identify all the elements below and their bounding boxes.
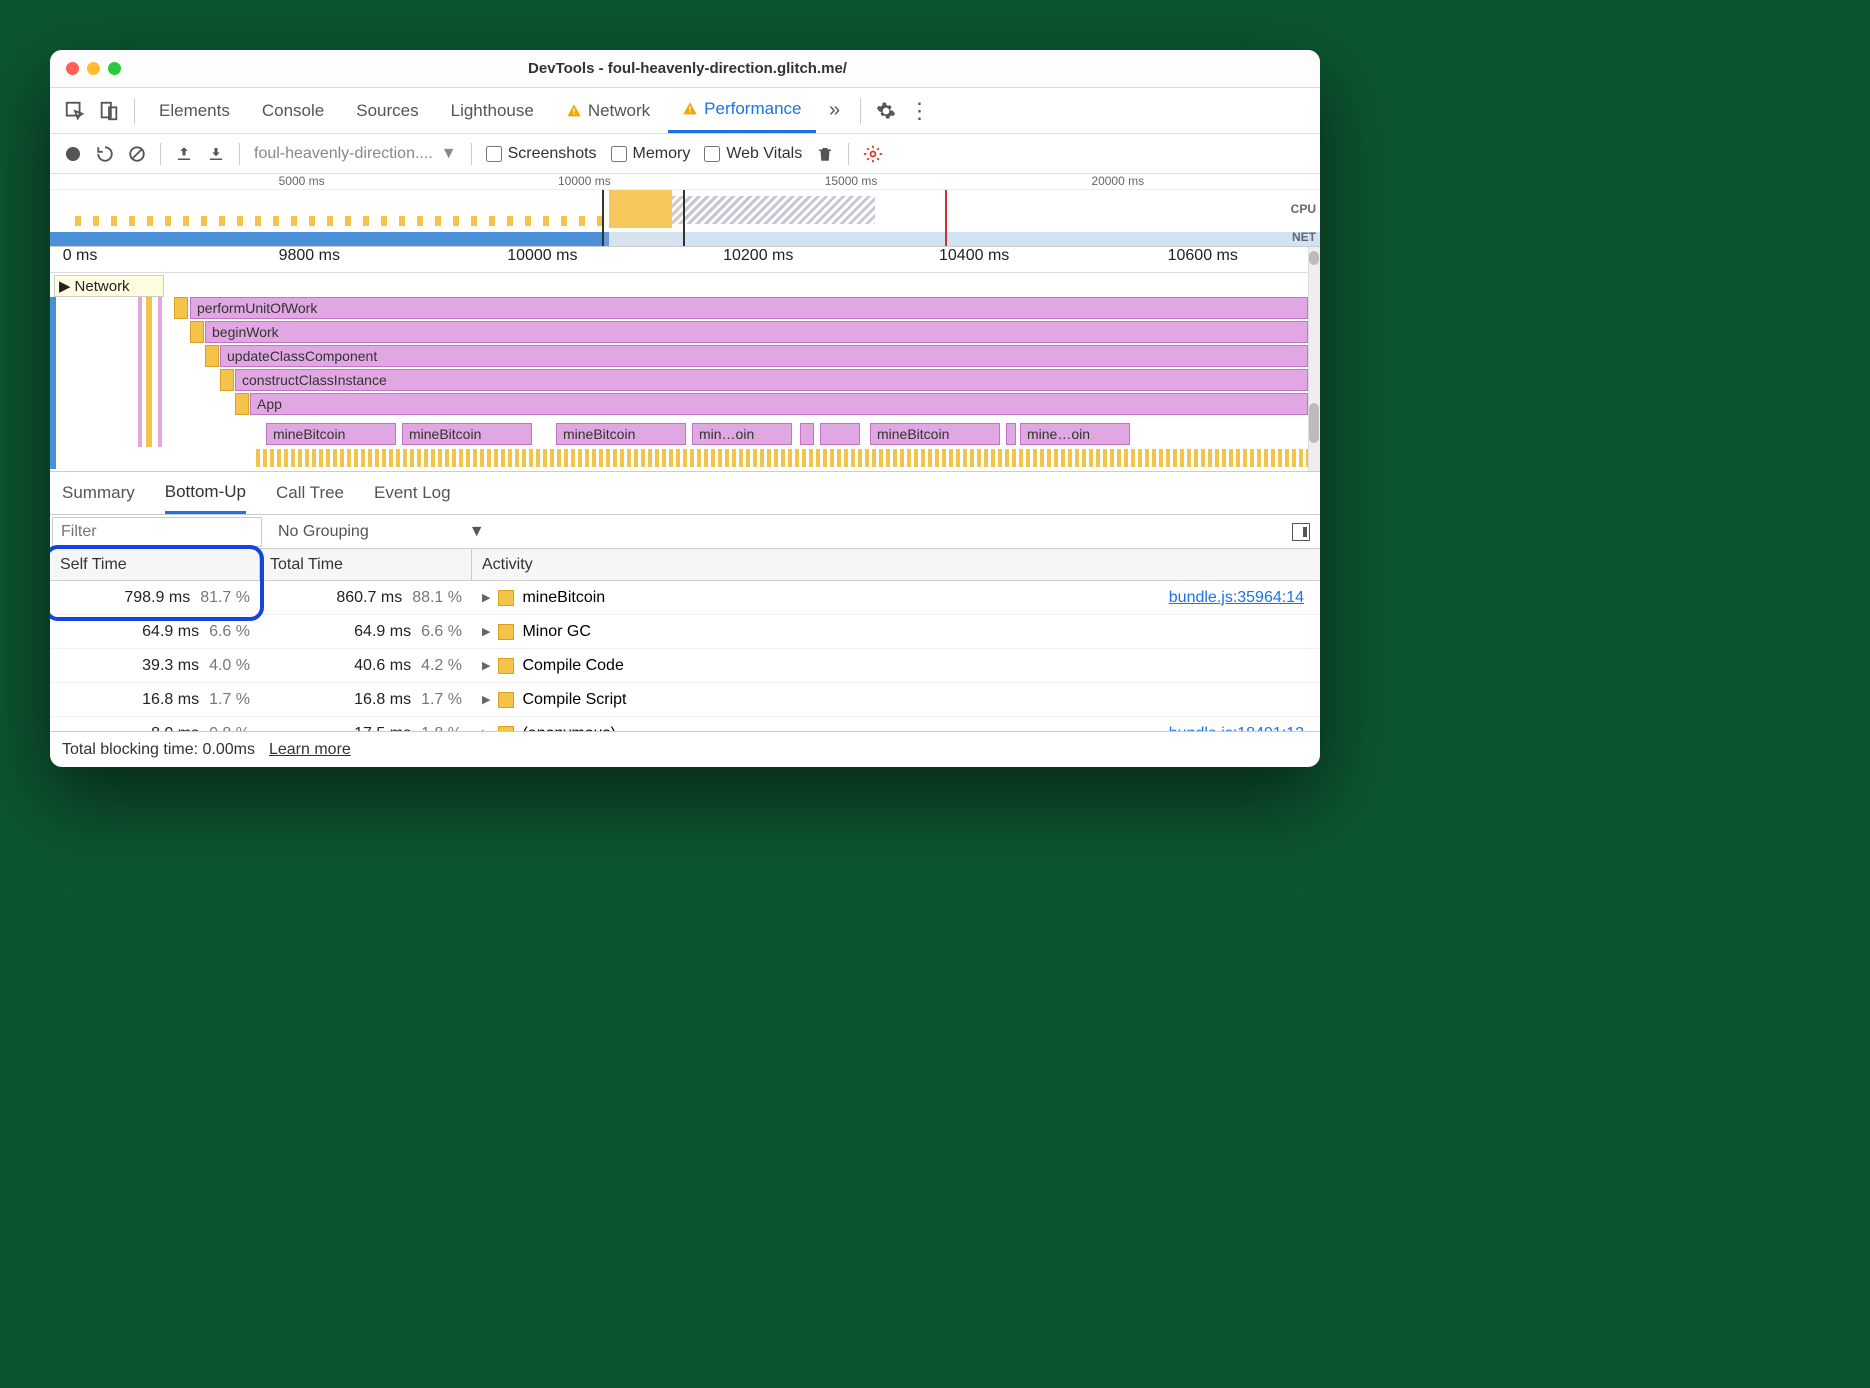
webvitals-checkbox[interactable]: Web Vitals (704, 145, 802, 163)
inspect-icon[interactable] (60, 96, 90, 126)
activity-name: mineBitcoin (522, 589, 605, 607)
reload-record-button[interactable] (96, 145, 114, 163)
script-icon (498, 658, 514, 674)
overview-timeline[interactable]: 5000 ms 10000 ms 15000 ms 20000 ms CPU N… (50, 174, 1320, 247)
details-tabs: Summary Bottom-Up Call Tree Event Log (50, 471, 1320, 515)
flame-row[interactable]: updateClassComponent (220, 345, 1308, 367)
table-row[interactable]: 39.3 ms4.0 %40.6 ms4.2 %▶Compile Code (50, 649, 1320, 683)
flame-mine[interactable]: min…oin (692, 423, 792, 445)
grouping-select[interactable]: No Grouping ▼ (278, 523, 485, 541)
flame-mine[interactable]: mineBitcoin (402, 423, 532, 445)
chevron-down-icon: ▼ (441, 145, 457, 163)
capture-settings-icon[interactable] (863, 144, 883, 164)
col-activity[interactable]: Activity (472, 549, 1320, 580)
learn-more-link[interactable]: Learn more (269, 741, 351, 759)
script-icon (498, 726, 514, 732)
devtools-window: DevTools - foul-heavenly-direction.glitc… (50, 50, 1320, 767)
bottom-up-table: Self Time Total Time Activity 798.9 ms81… (50, 549, 1320, 731)
filter-input[interactable] (52, 517, 262, 547)
performance-toolbar: foul-heavenly-direction.... ▼ Screenshot… (50, 134, 1320, 174)
minimize-window-button[interactable] (87, 62, 100, 75)
expand-icon[interactable]: ▶ (482, 727, 490, 731)
kebab-menu-icon[interactable]: ⋮ (905, 96, 935, 126)
activity-name: Compile Code (522, 657, 623, 675)
activity-name: Compile Script (522, 691, 626, 709)
net-label: NET (1292, 230, 1316, 244)
subtab-summary[interactable]: Summary (62, 472, 135, 514)
warning-icon (682, 101, 698, 117)
flame-row[interactable]: constructClassInstance (235, 369, 1308, 391)
memory-checkbox[interactable]: Memory (611, 145, 691, 163)
subtab-bottom-up[interactable]: Bottom-Up (165, 472, 246, 514)
subtab-event-log[interactable]: Event Log (374, 472, 451, 514)
flame-row[interactable]: performUnitOfWork (190, 297, 1308, 319)
time-ruler[interactable]: 0 ms 9800 ms 10000 ms 10200 ms 10400 ms … (50, 247, 1320, 273)
profile-selector[interactable]: foul-heavenly-direction.... ▼ (254, 145, 457, 163)
expand-icon[interactable]: ▶ (482, 591, 490, 604)
window-title: DevTools - foul-heavenly-direction.glitc… (121, 60, 1254, 77)
expand-icon[interactable]: ▶ (482, 659, 490, 672)
flame-mine[interactable]: mineBitcoin (870, 423, 1000, 445)
download-profile-button[interactable] (207, 145, 225, 163)
subtab-call-tree[interactable]: Call Tree (276, 472, 344, 514)
script-icon (498, 692, 514, 708)
col-total-time[interactable]: Total Time (260, 549, 472, 580)
flame-mine[interactable]: mineBitcoin (556, 423, 686, 445)
close-window-button[interactable] (66, 62, 79, 75)
screenshots-checkbox[interactable]: Screenshots (486, 145, 597, 163)
chevron-down-icon: ▼ (469, 523, 485, 541)
upload-profile-button[interactable] (175, 145, 193, 163)
expand-icon[interactable]: ▶ (482, 693, 490, 706)
device-toggle-icon[interactable] (94, 96, 124, 126)
tab-console[interactable]: Console (248, 88, 338, 133)
tab-network[interactable]: Network (552, 88, 664, 133)
flame-row[interactable]: App (250, 393, 1308, 415)
flame-mine[interactable]: mineBitcoin (266, 423, 396, 445)
titlebar: DevTools - foul-heavenly-direction.glitc… (50, 50, 1320, 88)
flame-row[interactable]: beginWork (205, 321, 1308, 343)
activity-name: Minor GC (522, 623, 590, 641)
delete-profile-button[interactable] (816, 144, 834, 164)
record-button[interactable] (64, 145, 82, 163)
tab-elements[interactable]: Elements (145, 88, 244, 133)
status-bar: Total blocking time: 0.00ms Learn more (50, 731, 1320, 767)
maximize-window-button[interactable] (108, 62, 121, 75)
settings-icon[interactable] (871, 96, 901, 126)
activity-name: (anonymous) (522, 725, 615, 732)
panel-tabs: Elements Console Sources Lighthouse Netw… (50, 88, 1320, 134)
flame-mine[interactable]: mine…oin (1020, 423, 1130, 445)
toggle-sidebar-icon[interactable] (1292, 523, 1310, 541)
expand-icon[interactable]: ▶ (482, 625, 490, 638)
clear-button[interactable] (128, 145, 146, 163)
script-icon (498, 624, 514, 640)
col-self-time[interactable]: Self Time (50, 549, 260, 580)
script-icon (498, 590, 514, 606)
table-row[interactable]: 798.9 ms81.7 %860.7 ms88.1 %▶mineBitcoin… (50, 581, 1320, 615)
cpu-label: CPU (1291, 202, 1316, 216)
warning-icon (566, 103, 582, 119)
tab-lighthouse[interactable]: Lighthouse (437, 88, 548, 133)
window-controls (66, 62, 121, 75)
table-row[interactable]: 64.9 ms6.6 %64.9 ms6.6 %▶Minor GC (50, 615, 1320, 649)
tab-performance[interactable]: Performance (668, 88, 815, 133)
table-row[interactable]: 16.8 ms1.7 %16.8 ms1.7 %▶Compile Script (50, 683, 1320, 717)
source-link[interactable]: bundle.js:18491:12 (1169, 725, 1304, 732)
flame-chart[interactable]: ▶ Network performUnitOfWork beginWork up… (50, 273, 1320, 471)
blocking-time-label: Total blocking time: 0.00ms (62, 741, 255, 759)
filter-bar: No Grouping ▼ (50, 515, 1320, 549)
table-row[interactable]: 8.0 ms0.8 %17.5 ms1.8 %▶(anonymous)bundl… (50, 717, 1320, 731)
scrollbar-thumb[interactable] (1309, 403, 1319, 443)
more-tabs-icon[interactable]: » (820, 96, 850, 126)
tab-sources[interactable]: Sources (342, 88, 432, 133)
source-link[interactable]: bundle.js:35964:14 (1169, 589, 1304, 607)
